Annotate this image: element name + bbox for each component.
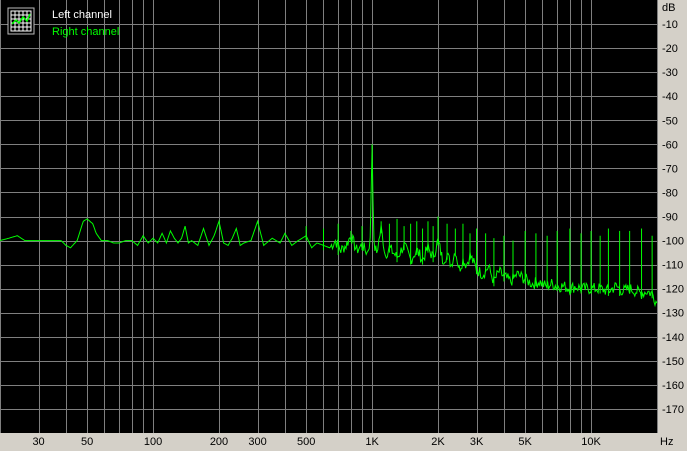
x-tick-label: 1K (365, 436, 379, 448)
spectrum-chart: 30 50 100 200 300 500 1K 2K 3K 5K 10K -10 -20 -30 -40… (0, 0, 687, 451)
y-tick-label: -110 (662, 260, 683, 272)
y-tick-label: -100 (662, 236, 684, 248)
x-tick-label: 5K (518, 436, 532, 448)
plot-area (0, 0, 657, 433)
x-tick-label: 100 (144, 436, 162, 448)
y-tick-label: -50 (662, 115, 678, 127)
y-tick-label: -30 (662, 67, 678, 79)
y-tick-label: -130 (662, 308, 684, 320)
y-tick-label: -10 (662, 19, 678, 31)
x-tick-label: 200 (210, 436, 228, 448)
x-tick-label: 50 (81, 436, 93, 448)
x-tick-label: 2K (431, 436, 445, 448)
y-tick-label: -150 (662, 356, 684, 368)
y-tick-label: -140 (662, 332, 684, 344)
y-tick-label: -90 (662, 212, 678, 224)
spectrum-chart-svg: 30 50 100 200 300 500 1K 2K 3K 5K 10K -10 -20 -30 -40… (0, 0, 687, 451)
legend-left-channel: Left channel (52, 9, 112, 21)
y-tick-label: -40 (662, 91, 678, 103)
y-tick-label: -20 (662, 43, 678, 55)
x-tick-label: 3K (470, 436, 484, 448)
x-tick-label: 300 (248, 436, 266, 448)
x-tick-label: 30 (32, 436, 44, 448)
y-tick-label: -60 (662, 139, 678, 151)
y-tick-label: -120 (662, 284, 684, 296)
legend-right-channel: Right channel (52, 26, 119, 38)
x-tick-label: 10K (581, 436, 601, 448)
x-tick-label: 500 (297, 436, 315, 448)
y-unit-label: dB (662, 2, 675, 14)
y-tick-label: -170 (662, 404, 684, 416)
legend-toggle-icon[interactable] (7, 7, 35, 35)
x-unit-label: Hz (660, 436, 673, 448)
y-tick-label: -160 (662, 380, 684, 392)
y-tick-label: -80 (662, 187, 678, 199)
y-tick-label: -70 (662, 163, 678, 175)
